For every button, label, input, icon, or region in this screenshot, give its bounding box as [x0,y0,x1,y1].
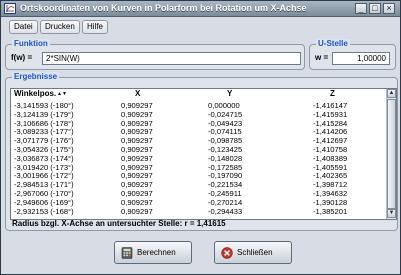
ergebnisse-legend: Ergebnisse [12,72,60,81]
berechnen-label: Berechnen [137,248,176,257]
cell-y: -0,294433 [208,206,243,216]
table-header: Winkelpos. ▲▼ X Y Z [11,89,396,100]
w-input[interactable]: 1,00000 [332,52,390,65]
schliessen-button[interactable]: Schließen [214,241,292,264]
header-winkelpos[interactable]: Winkelpos. [14,89,56,98]
title-bar[interactable]: Ortskoordinaten von Kurven in Polarform … [1,1,400,17]
ergebnisse-group: Ergebnisse Winkelpos. ▲▼ X Y Z -3,141593… [5,72,398,231]
maximize-button[interactable]: □ [369,3,381,14]
menu-drucken[interactable]: Drucken [40,20,80,34]
ustelle-legend: U-Stelle [316,39,350,48]
minimize-button[interactable]: _ [355,3,367,14]
funktion-legend: Funktion [12,39,50,48]
radius-status: Radius bzgl. X-Achse an untersuchter Ste… [12,219,226,228]
cell-x: 0,909297 [121,206,153,216]
header-z[interactable]: Z [330,89,335,98]
header-x[interactable]: X [135,89,140,98]
menu-datei[interactable]: Datei [9,20,38,34]
cell-z: -1,385201 [313,206,348,216]
funktion-label: f(w) = [11,53,33,62]
berechnen-button[interactable]: Berechnen [114,241,192,264]
sort-icon[interactable]: ▲▼ [57,91,67,97]
window-title: Ortskoordinaten von Kurven in Polarform … [20,3,307,13]
app-icon [4,3,16,14]
cell-w: -2,932153 (-168°) [14,206,74,216]
scroll-up-arrow-icon[interactable]: ▲ [387,89,396,98]
close-x-icon [221,247,233,259]
schliessen-label: Schließen [237,248,273,257]
ustelle-label: w = [315,53,329,62]
header-y[interactable]: Y [227,89,232,98]
funktion-group: Funktion f(w) = 2*SIN(W) [5,39,305,70]
table-row[interactable]: -2,932153 (-168°) 0,909297 -0,294433 -1,385… [11,206,383,217]
function-input[interactable]: 2*SIN(W) [42,52,301,65]
menu-bar: Datei Drucken Hilfe [5,20,125,34]
menu-hilfe[interactable]: Hilfe [82,20,109,34]
main-window: Ortskoordinaten von Kurven in Polarform … [0,0,401,275]
scroll-down-arrow-icon[interactable]: ▼ [387,209,396,218]
table-body: -3,141593 (-180°) 0,909297 0,000000 -1,4161… [11,101,383,217]
vertical-scrollbar[interactable]: ▲ ▼ [386,89,396,219]
results-table[interactable]: Winkelpos. ▲▼ X Y Z -3,141593 (-180°) 0,9… [10,88,397,220]
close-button[interactable]: × [383,3,395,14]
ustelle-group: U-Stelle w = 1,00000 [309,39,396,70]
scrollbar-thumb[interactable] [387,99,396,209]
calculator-icon [121,247,133,259]
